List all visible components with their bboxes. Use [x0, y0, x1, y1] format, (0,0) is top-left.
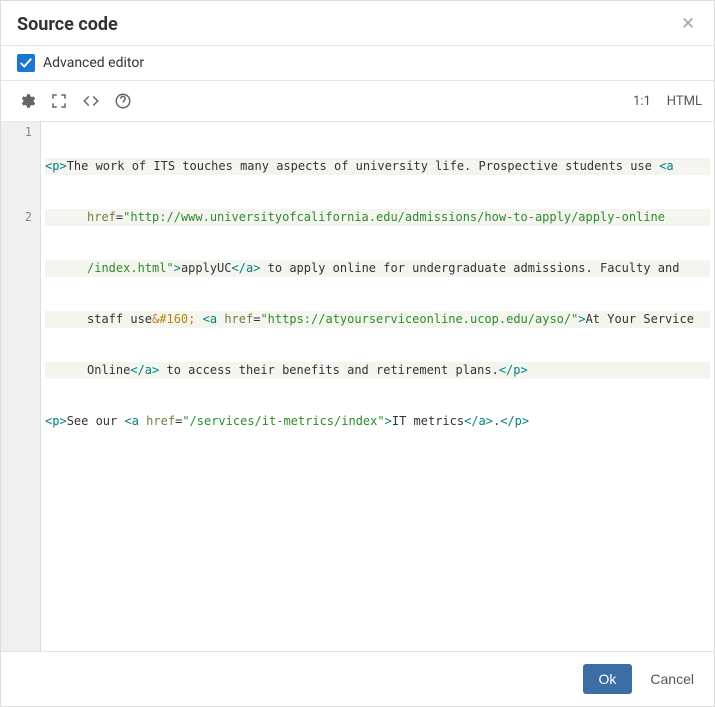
advanced-editor-row: Advanced editor	[1, 46, 714, 81]
editor-toolbar: 1:1 HTML	[1, 81, 714, 122]
gutter-wrap	[1, 141, 40, 158]
fullscreen-icon[interactable]	[45, 87, 73, 115]
code-line-wrap: staff use&#160; <a href="https://atyours…	[45, 311, 710, 328]
code-line-wrap: /index.html">applyUC</a> to apply online…	[45, 260, 710, 277]
dialog-title: Source code	[17, 14, 118, 35]
check-icon	[19, 56, 33, 70]
source-code-dialog: Source code × Advanced editor 1:1 HTML 1	[0, 0, 715, 707]
code-icon[interactable]	[77, 87, 105, 115]
advanced-editor-label: Advanced editor	[43, 55, 144, 71]
gutter-line: 2	[1, 209, 40, 226]
gear-icon[interactable]	[13, 87, 41, 115]
language-label: HTML	[667, 94, 702, 109]
code-line-wrap: href="http://www.universityofcalifornia.…	[45, 209, 710, 226]
gutter-wrap	[1, 192, 40, 209]
cancel-button[interactable]: Cancel	[650, 671, 694, 687]
gutter-wrap	[1, 158, 40, 175]
code-content[interactable]: <p>The work of ITS touches many aspects …	[41, 122, 714, 651]
code-line: <p>See our <a href="/services/it-metrics…	[45, 413, 710, 430]
zoom-ratio: 1:1	[633, 94, 651, 109]
gutter-wrap	[1, 175, 40, 192]
line-gutter: 1 2	[1, 122, 41, 651]
dialog-header: Source code ×	[1, 1, 714, 46]
code-line: <p>The work of ITS touches many aspects …	[45, 158, 710, 175]
code-line-wrap: Online</a> to access their benefits and …	[45, 362, 710, 379]
ok-button[interactable]: Ok	[583, 664, 633, 694]
advanced-editor-checkbox[interactable]	[17, 54, 35, 72]
close-icon[interactable]: ×	[678, 13, 698, 35]
gutter-line: 1	[1, 124, 40, 141]
help-icon[interactable]	[109, 87, 137, 115]
code-editor[interactable]: 1 2 <p>The work of ITS touches many aspe…	[1, 122, 714, 651]
dialog-footer: Ok Cancel	[1, 651, 714, 706]
